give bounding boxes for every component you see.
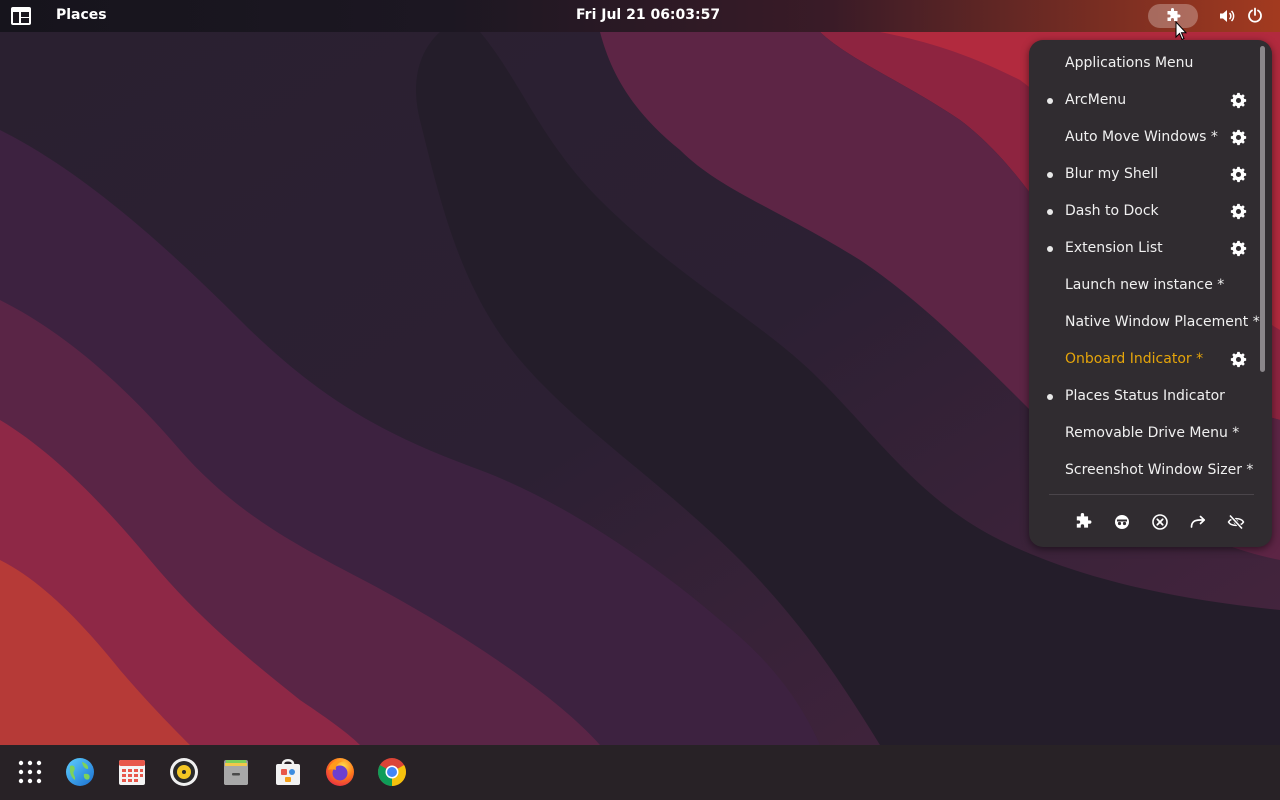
volume-icon[interactable]	[1218, 7, 1236, 25]
scrollbar[interactable]	[1260, 46, 1265, 372]
extension-item-label: Onboard Indicator *	[1065, 351, 1204, 367]
calendar-icon[interactable]	[116, 756, 148, 788]
close-circle-icon[interactable]	[1151, 513, 1169, 531]
extension-item-label: Screenshot Window Sizer *	[1065, 462, 1254, 478]
extension-item-label: Blur my Shell	[1065, 166, 1159, 182]
extension-item-label: Extension List	[1065, 240, 1163, 256]
extension-item-label: Launch new instance *	[1065, 277, 1225, 293]
extension-list-popup: Applications Menu ArcMenu Auto Move Window…	[1029, 40, 1272, 547]
gear-icon[interactable]	[1230, 166, 1247, 183]
app-grid-icon[interactable]	[14, 756, 46, 788]
gear-icon[interactable]	[1230, 351, 1247, 368]
extension-item[interactable]: Screenshot Window Sizer *	[1029, 452, 1259, 489]
extension-item-label: ArcMenu	[1065, 92, 1127, 108]
web-browser-icon[interactable]	[64, 756, 96, 788]
extension-item-label: Removable Drive Menu *	[1065, 425, 1240, 441]
enabled-indicator-dot	[1047, 98, 1053, 104]
files-icon[interactable]	[220, 756, 252, 788]
arcmenu-layout-icon[interactable]	[10, 6, 32, 26]
enabled-indicator-dot	[1047, 172, 1053, 178]
extension-item-label: Places Status Indicator	[1065, 388, 1225, 404]
dock	[0, 745, 1280, 800]
extension-item[interactable]: Onboard Indicator *	[1029, 341, 1259, 378]
redo-arrow-icon[interactable]	[1189, 513, 1207, 531]
extension-item[interactable]: Blur my Shell	[1029, 156, 1259, 193]
extension-item[interactable]: Applications Menu	[1029, 45, 1259, 82]
clock[interactable]: Fri Jul 21 06:03:57	[576, 7, 720, 23]
extension-item-label: Native Window Placement *	[1065, 314, 1260, 330]
extension-list-button[interactable]	[1148, 4, 1198, 28]
gear-icon[interactable]	[1230, 129, 1247, 146]
places-menu-button[interactable]: Places	[56, 7, 107, 23]
gear-icon[interactable]	[1230, 203, 1247, 220]
extension-item[interactable]: Launch new instance *	[1029, 267, 1259, 304]
extension-item[interactable]: ArcMenu	[1029, 82, 1259, 119]
extension-item[interactable]: Auto Move Windows *	[1029, 119, 1259, 156]
extension-item[interactable]: Removable Drive Menu *	[1029, 415, 1259, 452]
mouse-pointer-icon	[1175, 21, 1187, 41]
top-bar: Places Fri Jul 21 06:03:57	[0, 0, 1280, 32]
extension-item-label: Applications Menu	[1065, 55, 1194, 71]
extension-item[interactable]: Places Status Indicator	[1029, 378, 1259, 415]
menu-separator	[1049, 494, 1254, 495]
power-icon[interactable]	[1247, 7, 1263, 23]
enabled-indicator-dot	[1047, 246, 1053, 252]
enabled-indicator-dot	[1047, 394, 1053, 400]
chrome-icon[interactable]	[376, 756, 408, 788]
gear-icon[interactable]	[1230, 92, 1247, 109]
enabled-indicator-dot	[1047, 209, 1053, 215]
extension-item[interactable]: Dash to Dock	[1029, 193, 1259, 230]
puzzle-icon[interactable]	[1074, 513, 1092, 531]
firefox-icon[interactable]	[324, 756, 356, 788]
music-player-icon[interactable]	[168, 756, 200, 788]
software-store-icon[interactable]	[272, 756, 304, 788]
extension-item[interactable]: Extension List	[1029, 230, 1259, 267]
gear-icon[interactable]	[1230, 240, 1247, 257]
extension-item-label: Auto Move Windows *	[1065, 129, 1218, 145]
incognito-icon[interactable]	[1113, 513, 1131, 531]
extension-item-label: Dash to Dock	[1065, 203, 1159, 219]
extension-item[interactable]: Native Window Placement *	[1029, 304, 1260, 341]
eye-off-icon[interactable]	[1227, 513, 1245, 531]
